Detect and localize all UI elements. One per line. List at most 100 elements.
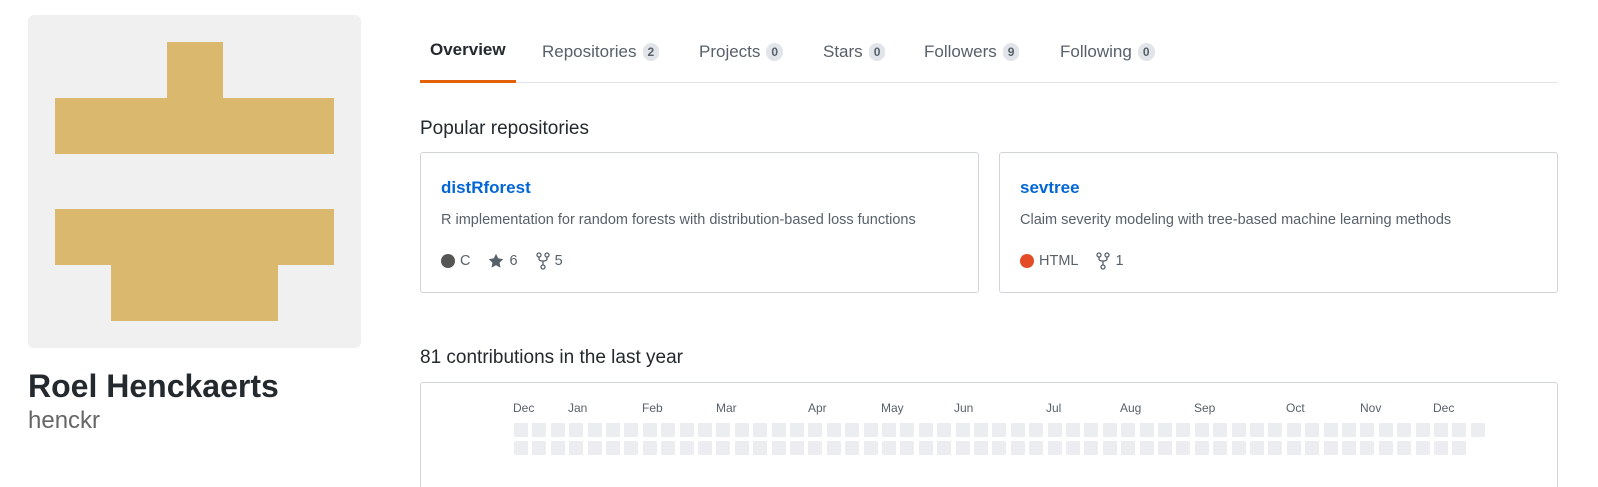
contribution-day[interactable] xyxy=(1029,423,1044,437)
contribution-day[interactable] xyxy=(550,423,565,437)
contribution-day[interactable] xyxy=(569,423,584,437)
contribution-day[interactable] xyxy=(937,423,952,437)
repo-stars-link[interactable]: 6 xyxy=(488,253,518,269)
contribution-day[interactable] xyxy=(1360,441,1375,456)
contribution-day[interactable] xyxy=(900,441,915,456)
contribution-day[interactable] xyxy=(863,423,878,437)
contribution-day[interactable] xyxy=(1084,423,1099,437)
contribution-day[interactable] xyxy=(532,441,547,456)
contribution-day[interactable] xyxy=(790,441,804,456)
contribution-day[interactable] xyxy=(1047,441,1062,456)
contribution-day[interactable] xyxy=(624,441,639,456)
contribution-day[interactable] xyxy=(1010,441,1025,456)
contribution-day[interactable] xyxy=(1158,441,1172,456)
contribution-day[interactable] xyxy=(974,423,988,437)
contribution-day[interactable] xyxy=(1121,441,1136,456)
contribution-day[interactable] xyxy=(716,441,731,456)
contribution-day[interactable] xyxy=(1250,423,1264,437)
contribution-day[interactable] xyxy=(1194,441,1209,456)
contribution-day[interactable] xyxy=(1397,423,1412,437)
contribution-day[interactable] xyxy=(569,441,584,456)
contribution-day[interactable] xyxy=(1102,423,1117,437)
contribution-day[interactable] xyxy=(992,423,1007,437)
contribution-day[interactable] xyxy=(826,441,841,456)
contribution-day[interactable] xyxy=(1452,441,1467,456)
contribution-day[interactable] xyxy=(1360,423,1375,437)
contribution-day[interactable] xyxy=(771,441,786,456)
contribution-day[interactable] xyxy=(1084,441,1099,456)
contribution-day[interactable] xyxy=(1342,441,1356,456)
contribution-day[interactable] xyxy=(753,441,768,456)
contribution-day[interactable] xyxy=(679,423,694,437)
contribution-day[interactable] xyxy=(661,441,676,456)
contribution-day[interactable] xyxy=(955,423,970,437)
contribution-day[interactable] xyxy=(863,441,878,456)
contribution-day[interactable] xyxy=(1452,423,1467,437)
contribution-day[interactable] xyxy=(1342,423,1356,437)
contribution-day[interactable] xyxy=(1323,441,1338,456)
contribution-day[interactable] xyxy=(1176,423,1191,437)
contribution-day[interactable] xyxy=(642,423,657,437)
contribution-day[interactable] xyxy=(587,423,602,437)
contribution-day[interactable] xyxy=(918,441,933,456)
contribution-day[interactable] xyxy=(1121,423,1136,437)
contribution-day[interactable] xyxy=(1434,441,1448,456)
contribution-day[interactable] xyxy=(937,441,952,456)
tab-projects[interactable]: Projects 0 xyxy=(699,20,784,83)
tab-overview[interactable]: Overview xyxy=(420,20,516,83)
contribution-day[interactable] xyxy=(642,441,657,456)
contribution-day[interactable] xyxy=(1397,441,1412,456)
contribution-day[interactable] xyxy=(1213,441,1228,456)
contribution-day[interactable] xyxy=(1378,441,1393,456)
contribution-day[interactable] xyxy=(1323,423,1338,437)
contribution-day[interactable] xyxy=(1139,423,1154,437)
contribution-day[interactable] xyxy=(1176,441,1191,456)
contribution-day[interactable] xyxy=(882,423,896,437)
contribution-day[interactable] xyxy=(1139,441,1154,456)
contribution-day[interactable] xyxy=(1066,423,1080,437)
contribution-day[interactable] xyxy=(1231,441,1246,456)
contribution-day[interactable] xyxy=(900,423,915,437)
contribution-day[interactable] xyxy=(1415,423,1430,437)
contribution-day[interactable] xyxy=(1102,441,1117,456)
contribution-day[interactable] xyxy=(1434,423,1448,437)
contribution-day[interactable] xyxy=(532,423,547,437)
contribution-day[interactable] xyxy=(661,423,676,437)
contribution-day[interactable] xyxy=(1158,423,1172,437)
contribution-day[interactable] xyxy=(790,423,804,437)
contribution-day[interactable] xyxy=(1268,441,1283,456)
contribution-day[interactable] xyxy=(1029,441,1044,456)
repo-name-link[interactable]: distRforest xyxy=(441,178,531,198)
contribution-day[interactable] xyxy=(1010,423,1025,437)
contribution-day[interactable] xyxy=(606,441,620,456)
contribution-day[interactable] xyxy=(845,441,860,456)
contribution-day[interactable] xyxy=(1470,423,1485,437)
contribution-day[interactable] xyxy=(1286,441,1301,456)
contribution-day[interactable] xyxy=(918,423,933,437)
contribution-day[interactable] xyxy=(1415,441,1430,456)
contribution-day[interactable] xyxy=(1286,423,1301,437)
tab-following[interactable]: Following 0 xyxy=(1060,20,1155,83)
tab-followers[interactable]: Followers 9 xyxy=(924,20,1020,83)
contribution-day[interactable] xyxy=(974,441,988,456)
contribution-day[interactable] xyxy=(716,423,731,437)
contribution-day[interactable] xyxy=(1194,423,1209,437)
contribution-day[interactable] xyxy=(514,423,528,437)
contribution-day[interactable] xyxy=(845,423,860,437)
contribution-day[interactable] xyxy=(550,441,565,456)
contribution-day[interactable] xyxy=(753,423,768,437)
contribution-day[interactable] xyxy=(698,441,712,456)
contribution-day[interactable] xyxy=(808,441,823,456)
avatar[interactable] xyxy=(28,15,361,348)
contribution-day[interactable] xyxy=(808,423,823,437)
contribution-day[interactable] xyxy=(679,441,694,456)
contribution-day[interactable] xyxy=(771,423,786,437)
tab-repositories[interactable]: Repositories 2 xyxy=(542,20,660,83)
contribution-day[interactable] xyxy=(882,441,896,456)
contribution-day[interactable] xyxy=(1250,441,1264,456)
contribution-day[interactable] xyxy=(1213,423,1228,437)
contribution-day[interactable] xyxy=(1305,423,1320,437)
contribution-day[interactable] xyxy=(1066,441,1080,456)
repo-name-link[interactable]: sevtree xyxy=(1020,178,1080,198)
contribution-day[interactable] xyxy=(514,441,528,456)
